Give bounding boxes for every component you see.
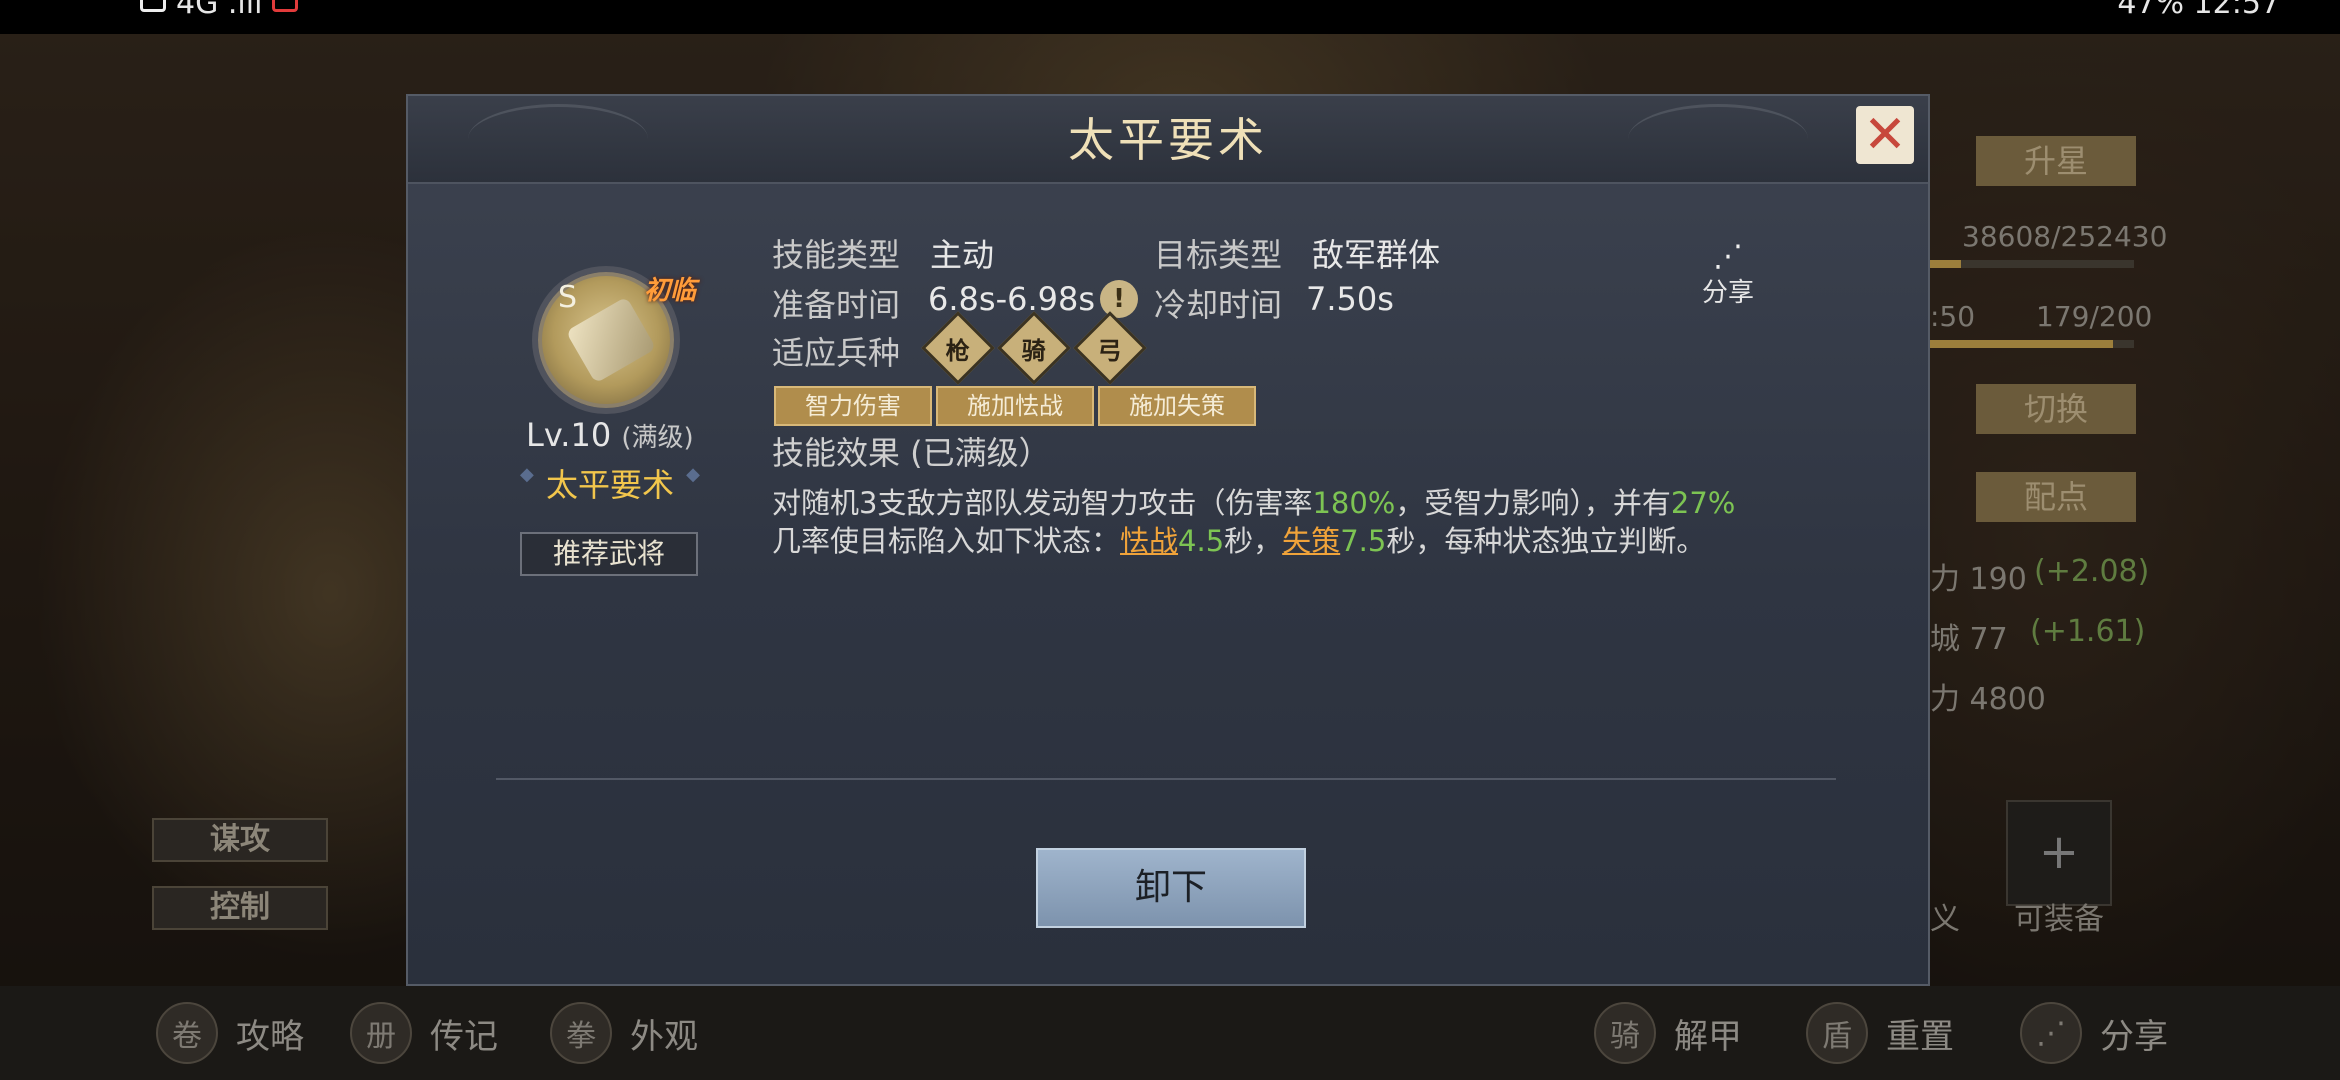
sim-icon bbox=[140, 0, 166, 12]
nav-appearance-label: 外观 bbox=[630, 1016, 698, 1057]
nav-guide-label: 攻略 bbox=[236, 1016, 304, 1057]
bottom-nav: 卷 攻略 册 传记 拳 外观 骑 解甲 盾 重置 ⋰ 分享 bbox=[0, 986, 2340, 1080]
nav-biography[interactable]: 册 传记 bbox=[350, 986, 498, 1080]
nav-share-label: 分享 bbox=[2100, 1016, 2168, 1057]
dialog-header: 太平要术 ✕ bbox=[408, 96, 1928, 184]
exp-text: 38608/252430 bbox=[1962, 220, 2168, 253]
recommend-general-button[interactable]: 推荐武将 bbox=[520, 532, 698, 576]
skill-name: 太平要术 bbox=[520, 460, 700, 506]
tag-control: 控制 bbox=[152, 886, 328, 930]
assign-points-button[interactable]: 配点 bbox=[1976, 472, 2136, 522]
status-left: 4G .ııl bbox=[140, 0, 299, 21]
cooldown-label: 冷却时间 bbox=[1154, 286, 1283, 324]
effect-title: 技能效果 (已满级） bbox=[772, 434, 1051, 472]
status-time-battery: 47% 12:57 bbox=[2117, 0, 2280, 21]
stat-siege-bonus: (+1.61) bbox=[2030, 614, 2146, 649]
unequip-button[interactable]: 卸下 bbox=[1036, 848, 1306, 928]
add-equipment-slot[interactable]: + bbox=[2006, 800, 2112, 906]
book-icon: 册 bbox=[350, 1002, 412, 1064]
target-type-label: 目标类型 bbox=[1154, 236, 1283, 274]
tag-apply-fear: 施加怯战 bbox=[936, 386, 1094, 426]
tag-apply-confusion: 施加失策 bbox=[1098, 386, 1256, 426]
nav-reset-label: 重置 bbox=[1886, 1016, 1954, 1057]
archer-troop-icon: 弓 bbox=[1073, 311, 1147, 385]
stamina-bar-fill bbox=[1930, 340, 2113, 348]
app-notification-icon bbox=[272, 0, 299, 12]
target-type-value: 敌军群体 bbox=[1312, 236, 1441, 274]
stamina-text: 179/200 bbox=[2036, 300, 2153, 333]
cavalry-troop-icon: 骑 bbox=[997, 311, 1071, 385]
skill-level-note: (满级) bbox=[621, 423, 694, 453]
share-button[interactable]: ⋰ 分享 bbox=[1688, 242, 1768, 309]
cooldown-value: 7.50s bbox=[1306, 280, 1394, 318]
prep-time-value: 6.8s-6.98s bbox=[928, 280, 1096, 318]
effect-text-2: ，受智力影响），并有 bbox=[1395, 486, 1671, 520]
fear-duration: 4.5 bbox=[1178, 524, 1225, 558]
spear-troop-icon: 枪 bbox=[921, 311, 995, 385]
confusion-duration: 7.5 bbox=[1340, 524, 1387, 558]
signal-text: 4G .ııl bbox=[176, 0, 263, 21]
stat-intelligence-bonus: (+2.08) bbox=[2034, 554, 2150, 589]
effect-text-3: 几率使目标陷入如下状态： bbox=[772, 524, 1121, 558]
status-confusion-link[interactable]: 失策 bbox=[1282, 524, 1340, 558]
nav-appearance[interactable]: 拳 外观 bbox=[550, 986, 698, 1080]
skill-level-value: Lv.10 bbox=[526, 416, 612, 454]
skill-type-label: 技能类型 bbox=[772, 236, 901, 274]
stamina-time: :50 bbox=[1930, 300, 1976, 333]
share-label: 分享 bbox=[1701, 278, 1754, 308]
nav-guide[interactable]: 卷 攻略 bbox=[156, 986, 304, 1080]
scroll-icon: 卷 bbox=[156, 1002, 218, 1064]
damage-rate: 180% bbox=[1312, 486, 1396, 520]
stamina-bar bbox=[1930, 340, 2134, 348]
exp-bar bbox=[1930, 260, 2134, 268]
share-icon: ⋰ bbox=[1713, 239, 1743, 274]
stat-siege: 城 77 bbox=[1930, 622, 2008, 657]
dialog-title: 太平要术 bbox=[1068, 113, 1268, 167]
effect-description: 对随机3支敌方部队发动智力攻击（伤害率180%，受智力影响），并有27% 几率使… bbox=[772, 484, 1872, 560]
divider bbox=[496, 778, 1836, 780]
nav-biography-label: 传记 bbox=[430, 1016, 498, 1057]
skill-type-value: 主动 bbox=[930, 236, 995, 274]
plus-icon: + bbox=[2038, 824, 2080, 880]
close-button[interactable]: ✕ bbox=[1856, 106, 1914, 164]
info-icon[interactable]: ! bbox=[1100, 280, 1138, 318]
stat-intelligence: 力 190 bbox=[1930, 562, 2027, 597]
horse-icon: 骑 bbox=[1594, 1002, 1656, 1064]
star-up-button[interactable]: 升星 bbox=[1976, 136, 2136, 186]
nav-disarm-label: 解甲 bbox=[1674, 1016, 1742, 1057]
scroll-icon bbox=[565, 296, 657, 384]
equipable-label: 可装备 bbox=[2014, 902, 2104, 937]
effect-text-4: 秒， bbox=[1224, 524, 1283, 558]
skill-grade: S bbox=[558, 280, 578, 315]
slot-label-partial: 义 bbox=[1930, 902, 1960, 937]
nav-share[interactable]: ⋰ 分享 bbox=[2020, 986, 2168, 1080]
fist-icon: 拳 bbox=[550, 1002, 612, 1064]
stat-power: 力 4800 bbox=[1930, 682, 2046, 717]
skill-level: Lv.10 (满级) bbox=[526, 416, 694, 454]
skill-detail-dialog: 太平要术 ✕ S 初临 Lv.10 (满级) 太平要术 推荐武将 技能类型 主动… bbox=[406, 94, 1930, 986]
nav-disarm[interactable]: 骑 解甲 bbox=[1594, 986, 1742, 1080]
prep-time-label: 准备时间 bbox=[772, 286, 901, 324]
status-chance: 27% bbox=[1670, 486, 1736, 520]
status-bar: 4G .ııl 47% 12:57 bbox=[0, 0, 2340, 34]
switch-button[interactable]: 切换 bbox=[1976, 384, 2136, 434]
close-icon: ✕ bbox=[1863, 105, 1907, 165]
tag-intel-damage: 智力伤害 bbox=[774, 386, 932, 426]
shield-icon: 盾 bbox=[1806, 1002, 1868, 1064]
status-right: 47% 12:57 bbox=[2117, 0, 2280, 21]
share-icon: ⋰ bbox=[2020, 1002, 2082, 1064]
effect-text-5: 秒，每种状态独立判断。 bbox=[1386, 524, 1706, 558]
effect-text-1: 对随机3支敌方部队发动智力攻击（伤害率 bbox=[772, 486, 1313, 520]
exp-bar-fill bbox=[1930, 260, 1962, 268]
tag-strategy: 谋攻 bbox=[152, 818, 328, 862]
first-edition-badge: 初临 bbox=[644, 276, 697, 306]
nav-reset[interactable]: 盾 重置 bbox=[1806, 986, 1954, 1080]
status-fear-link[interactable]: 怯战 bbox=[1120, 524, 1178, 558]
troop-type-label: 适应兵种 bbox=[772, 334, 901, 372]
